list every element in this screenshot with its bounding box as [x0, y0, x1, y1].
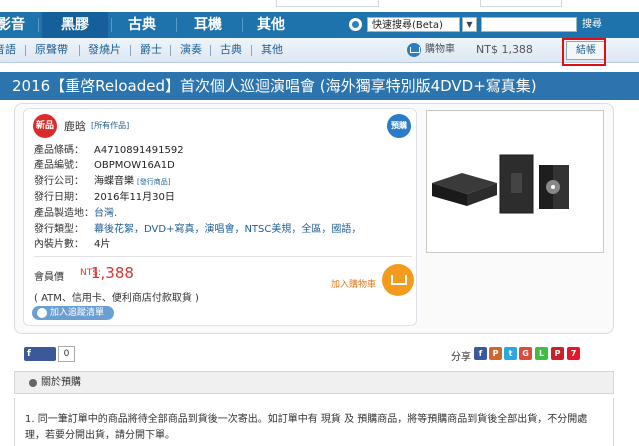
pinterest-share-icon[interactable]: P — [551, 347, 564, 360]
subnav-divider — [25, 45, 26, 56]
member-price: 1,388 — [91, 264, 134, 282]
top-box-left — [276, 0, 379, 7]
facebook-share-icon[interactable]: f — [474, 347, 487, 360]
google-share-icon[interactable]: G — [519, 347, 532, 360]
artist-link[interactable]: 鹿晗 — [64, 118, 86, 134]
info-row-product-id: 產品編號： OBPMOW16A1D — [34, 158, 175, 173]
add-to-tracking-button[interactable]: 加入追蹤清單 — [32, 306, 114, 320]
info-row-barcode: 產品條碼： A4710891491592 — [34, 143, 184, 158]
subnav-divider — [79, 45, 80, 56]
tab-other[interactable]: 其他 — [246, 12, 296, 38]
search-button[interactable]: 搜尋 — [582, 18, 608, 32]
subnav-item[interactable]: 音語 — [0, 38, 16, 62]
member-price-label: 會員價 — [34, 272, 64, 283]
share-label: 分享 — [451, 352, 471, 363]
subnav-divider — [210, 45, 211, 56]
info-row-publisher: 發行公司： 海蝶音樂 [發行商品] — [34, 174, 170, 189]
subnav-divider — [170, 45, 171, 56]
checkout-highlight-box — [562, 38, 606, 66]
preorder-note: 1. 同一筆訂單中的商品將待全部商品到貨後一次寄出。如訂單中有 現貨 及 預購商… — [25, 414, 588, 441]
info-key: 產品編號： — [34, 160, 84, 171]
info-key: 發行類型： — [34, 224, 84, 235]
tab-vinyl[interactable]: 黑膠 — [42, 12, 108, 38]
product-image — [432, 154, 569, 214]
subnav-divider — [251, 45, 252, 56]
publisher-products-link[interactable]: [發行商品] — [137, 178, 170, 186]
nav-divider — [111, 18, 112, 32]
new-badge-icon: 新品 — [33, 114, 57, 138]
info-key: 內裝片數： — [34, 239, 84, 250]
tab-classical[interactable]: 古典 — [114, 12, 170, 38]
facebook-like-count: 0 — [58, 346, 75, 362]
tracking-label: 加入追蹤清單 — [50, 308, 105, 318]
heart-icon — [37, 308, 47, 318]
product-image-frame[interactable] — [426, 110, 604, 253]
subnav-divider — [130, 45, 131, 56]
add-to-cart-icon[interactable] — [382, 264, 414, 296]
cart-label[interactable]: 購物車 — [425, 38, 455, 62]
nav-divider — [242, 18, 243, 32]
weibo-share-icon[interactable]: 7 — [567, 347, 580, 360]
info-row-origin: 產品製造地：台灣. — [34, 206, 117, 221]
top-box-right — [480, 0, 562, 7]
info-row-disc-count: 內裝片數： 4片 — [34, 237, 110, 252]
search-mode-icon — [349, 18, 362, 31]
search-mode-select[interactable]: 快速搜尋(Beta) — [367, 17, 460, 32]
chevron-down-icon[interactable]: ▼ — [462, 17, 477, 32]
add-to-cart-label[interactable]: 加入購物車 — [331, 277, 376, 290]
tab-audio-video[interactable]: 影音 — [0, 12, 28, 38]
preorder-section-header[interactable]: 關於預購 — [14, 371, 614, 394]
subnav-item[interactable]: 古典 — [220, 38, 242, 62]
payment-note: ( ATM、信用卡、便利商店付款取貨 ) — [34, 293, 199, 304]
cart-total: NT$ 1,388 — [476, 43, 533, 56]
preorder-badge-icon: 預購 — [387, 114, 411, 138]
info-key: 產品製造地： — [34, 208, 94, 219]
info-row-type: 發行類型： 幕後花絮，DVD+寫真，演唱會，NTSC美規，全區，國語， — [34, 222, 361, 237]
info-value: 4片 — [94, 239, 111, 250]
nav-divider — [38, 18, 39, 32]
info-value[interactable]: 台灣. — [94, 208, 117, 219]
product-title-bar: 2016【重啓Reloaded】首次個人巡迴演唱會 (海外獨享特別版4DVD+寫… — [0, 72, 639, 100]
plurk-share-icon[interactable]: P — [489, 347, 502, 360]
facebook-like-button[interactable]: f 讚 — [24, 347, 56, 373]
info-row-release-date: 發行日期： 2016年11月30日 — [34, 190, 175, 205]
subnav-item[interactable]: 演奏 — [180, 38, 202, 62]
info-value: A4710891491592 — [94, 145, 184, 156]
subnav-item[interactable]: 發燒片 — [88, 38, 121, 62]
info-value[interactable]: 幕後花絮，DVD+寫真，演唱會，NTSC美規，全區，國語， — [94, 224, 361, 235]
product-title: 2016【重啓Reloaded】首次個人巡迴演唱會 (海外獨享特別版4DVD+寫… — [12, 77, 537, 95]
line-share-icon[interactable]: L — [535, 347, 548, 360]
cart-icon[interactable] — [407, 43, 421, 57]
nav-divider — [176, 18, 177, 32]
search-input[interactable] — [481, 17, 577, 32]
sub-nav: 音語 原聲帶 發燒片 爵士 演奏 古典 其他 購物車 NT$ 1,388 結帳 — [0, 38, 639, 63]
subnav-item[interactable]: 原聲帶 — [35, 38, 68, 62]
subnav-item[interactable]: 其他 — [261, 38, 283, 62]
preorder-note-box: 1. 同一筆訂單中的商品將待全部商品到貨後一次寄出。如訂單中有 現貨 及 預購商… — [14, 398, 614, 446]
preorder-section-title: 關於預購 — [41, 377, 81, 388]
main-nav: 影音 黑膠 古典 耳機 其他 快速搜尋(Beta) ▼ 搜尋 — [0, 12, 639, 38]
info-key: 產品條碼： — [34, 145, 84, 156]
top-strip — [0, 0, 639, 12]
info-value: 海蝶音樂 — [94, 176, 134, 187]
all-works-link[interactable]: [所有作品] — [91, 120, 129, 131]
info-value: OBPMOW16A1D — [94, 160, 175, 171]
info-divider — [34, 256, 412, 257]
tab-headphones[interactable]: 耳機 — [180, 12, 236, 38]
twitter-share-icon[interactable]: t — [504, 347, 517, 360]
subnav-item[interactable]: 爵士 — [140, 38, 162, 62]
info-key: 發行公司： — [34, 176, 84, 187]
info-value: 2016年11月30日 — [94, 192, 175, 203]
info-key: 發行日期： — [34, 192, 84, 203]
chevron-right-icon — [29, 379, 37, 387]
